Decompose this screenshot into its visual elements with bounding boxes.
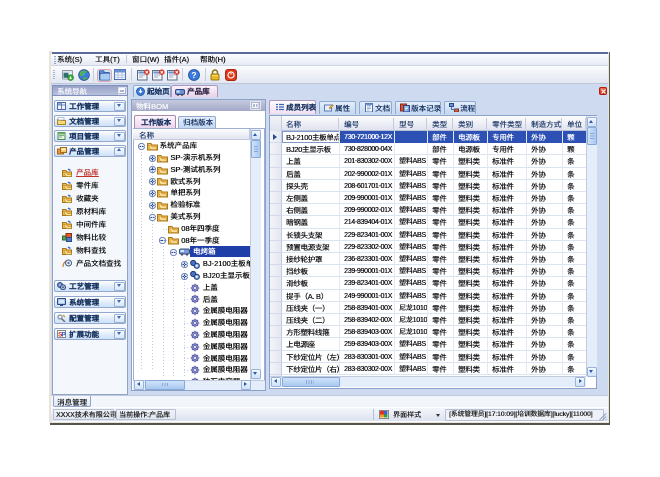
svg-text:?: ?: [191, 70, 196, 80]
svg-text:P: P: [62, 332, 67, 339]
